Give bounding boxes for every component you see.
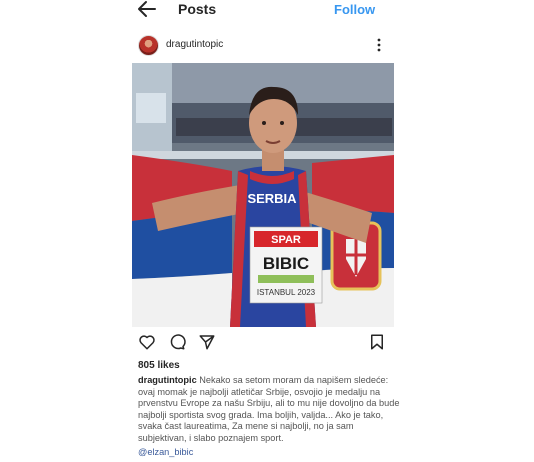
comment-icon[interactable] — [168, 333, 186, 351]
post-caption: dragutintopic Nekako sa setom moram da n… — [138, 375, 400, 445]
likes-count[interactable]: 805 likes — [138, 360, 180, 371]
page-title: Posts — [178, 1, 217, 17]
bib-sponsor-text: SPAR — [271, 234, 301, 246]
back-arrow-icon[interactable] — [136, 0, 158, 18]
post-actions — [0, 333, 534, 353]
top-bar: Posts Follow — [0, 0, 534, 22]
post-image[interactable]: SERBIA SPAR BIBIC ISTANBUL 2023 — [132, 63, 394, 327]
heart-icon[interactable] — [138, 333, 156, 351]
jersey-country-text: SERBIA — [247, 191, 297, 206]
caption-username[interactable]: dragutintopic — [138, 375, 197, 385]
bookmark-icon[interactable] — [368, 333, 386, 351]
avatar[interactable] — [138, 35, 159, 56]
bib-event-text: ISTANBUL 2023 — [257, 288, 316, 297]
follow-button[interactable]: Follow — [334, 2, 375, 17]
more-vertical-icon[interactable] — [374, 38, 384, 52]
mention-link[interactable]: @elzan_bibic — [138, 447, 193, 457]
share-icon[interactable] — [198, 333, 216, 351]
caption-text: Nekako sa setom moram da napišem sledeće… — [138, 375, 400, 443]
post-username[interactable]: dragutintopic — [166, 39, 223, 50]
post-header: dragutintopic — [0, 30, 534, 60]
bib-name-text: BIBIC — [263, 254, 309, 273]
